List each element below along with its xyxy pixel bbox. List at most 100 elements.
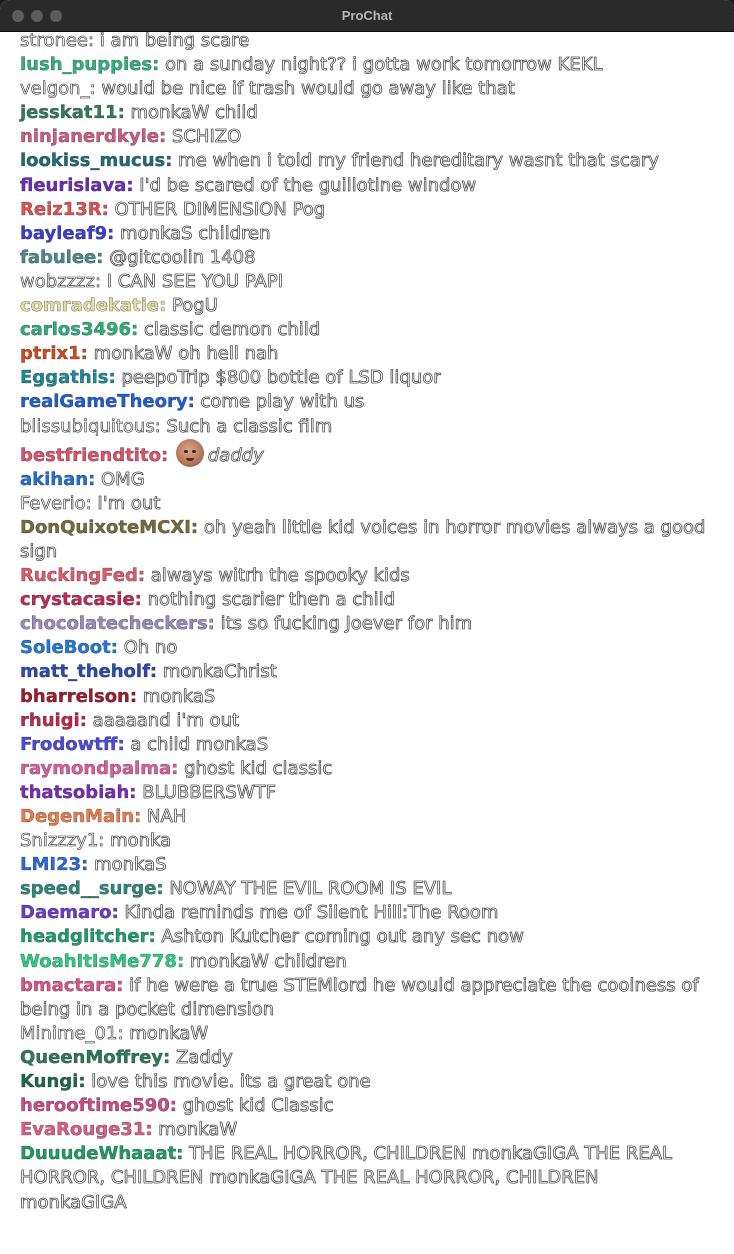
chat-message-text: i am being scare: [99, 30, 250, 52]
chat-username[interactable]: SoleBoot:: [20, 637, 118, 658]
window-title: ProChat: [341, 8, 393, 23]
chat-message-text: OMG: [101, 468, 145, 490]
chat-username[interactable]: akihan:: [20, 469, 96, 490]
chat-message-text: Ashton Kutcher coming out any sec now: [161, 926, 524, 948]
chat-username[interactable]: jesskat11:: [20, 102, 125, 123]
chat-username[interactable]: Feverio:: [20, 492, 92, 514]
chat-username[interactable]: stronee:: [20, 30, 95, 52]
chat-message: bestfriendtito: daddy: [20, 438, 710, 468]
chat-message-text: monkaW: [129, 1022, 209, 1045]
chat-message: herooftime590: ghost kid Classic: [20, 1094, 710, 1118]
prochat-window: ProChat stronee: i am being scare lush_pu…: [0, 0, 734, 1254]
chat-message-text: monkaChrist: [162, 661, 278, 683]
chat-message-text: come play with us: [200, 391, 365, 413]
chat-message-text: NOWAY THE EVIL ROOM IS EVIL: [169, 878, 452, 900]
chat-message: ninjanerdkyle: SCHIZO: [20, 125, 710, 149]
chat-message: raymondpalma: ghost kid classic: [20, 757, 710, 781]
chat-message: akihan: OMG: [20, 468, 710, 492]
chat-username[interactable]: raymondpalma:: [20, 758, 179, 779]
chat-username[interactable]: ptrix1:: [20, 343, 88, 364]
chat-username[interactable]: RuckingFed:: [20, 565, 145, 586]
chat-message-list[interactable]: stronee: i am being scare lush_puppies: o…: [20, 29, 710, 1215]
chat-message-text: monkaW: [158, 1119, 238, 1141]
chat-username[interactable]: Daemaro:: [20, 902, 119, 923]
chat-username[interactable]: LMI23:: [20, 854, 89, 875]
chat-message: LMI23: monkaS: [20, 853, 710, 877]
chat-username[interactable]: chocolatecheckers:: [20, 613, 215, 634]
chat-username[interactable]: realGameTheory:: [20, 391, 195, 412]
chat-message-text: a child monkaS: [130, 733, 269, 755]
chat-message: EvaRouge31: monkaW: [20, 1118, 710, 1142]
chat-username[interactable]: bestfriendtito:: [20, 444, 168, 465]
chat-username[interactable]: velgon_:: [20, 78, 96, 100]
chat-message: matt_theholf: monkaChrist: [20, 660, 710, 684]
chat-username[interactable]: fleurislava:: [20, 174, 134, 195]
chat-username[interactable]: comradekatie:: [20, 295, 167, 316]
chat-message: carlos3496: classic demon child: [20, 318, 710, 342]
chat-username[interactable]: carlos3496:: [20, 319, 139, 340]
chat-username[interactable]: QueenMoffrey:: [20, 1047, 171, 1068]
chat-message: fabulee: @gitcoolin 1408: [20, 246, 710, 270]
chat-username[interactable]: bayleaf9:: [20, 223, 115, 244]
chat-username[interactable]: headglitcher:: [20, 926, 156, 947]
chat-message: thatsobiah: BLUBBERSWTF: [20, 781, 710, 805]
chat-username[interactable]: rhuigi:: [20, 709, 87, 730]
chat-username[interactable]: DegenMain:: [20, 806, 142, 827]
chat-username[interactable]: ninjanerdkyle:: [20, 126, 166, 147]
chat-message-text: on a sunday night?? i gotta work tomorro…: [165, 54, 603, 76]
chat-username[interactable]: DuuudeWhaaat:: [20, 1143, 184, 1164]
chat-username[interactable]: matt_theholf:: [20, 661, 157, 682]
chat-message: Reiz13R: OTHER DIMENSION Pog: [20, 198, 710, 222]
chat-message-text: Such a classic film: [166, 415, 333, 437]
chat-username[interactable]: fabulee:: [20, 247, 104, 268]
chat-message-text: monkaW oh hell nah: [93, 343, 279, 365]
chat-username[interactable]: lush_puppies:: [20, 54, 160, 75]
chat-message-text: Oh no: [123, 637, 178, 659]
chat-username[interactable]: lookiss_mucus:: [20, 150, 173, 171]
chat-message: wobzzzz: I CAN SEE YOU PAPI: [20, 270, 710, 294]
chat-message-text: monkaS: [142, 685, 216, 707]
chat-username[interactable]: blissubiquitous:: [20, 415, 161, 437]
chat-message: bharrelson: monkaS: [20, 685, 710, 709]
chat-message: comradekatie: PogU: [20, 294, 710, 318]
chat-username[interactable]: EvaRouge31:: [20, 1119, 153, 1140]
chat-message-text: SCHIZO: [171, 126, 242, 148]
chat-message-text: would be nice if trash would go away lik…: [101, 78, 515, 100]
chat-message: SoleBoot: Oh no: [20, 636, 710, 660]
chat-message: DonQuixoteMCXI: oh yeah little kid voice…: [20, 516, 710, 564]
chat-username[interactable]: Reiz13R:: [20, 199, 109, 220]
chat-username[interactable]: DonQuixoteMCXI:: [20, 517, 198, 538]
chat-username[interactable]: WoahItIsMe778:: [20, 950, 184, 971]
chat-message-text: me when i told my friend hereditary wasn…: [178, 150, 659, 172]
chat-username[interactable]: thatsobiah:: [20, 782, 137, 803]
chat-username[interactable]: Minime_01:: [20, 1023, 124, 1045]
chat-message: Eggathis: peepoTrip $800 bottle of LSD l…: [20, 366, 710, 390]
chat-message: WoahItIsMe778: monkaW children: [20, 950, 710, 974]
chat-message-text: ghost kid Classic: [182, 1095, 334, 1117]
chat-username[interactable]: herooftime590:: [20, 1095, 177, 1116]
chat-message-text: OTHER DIMENSION Pog: [114, 198, 326, 220]
chat-username[interactable]: Eggathis:: [20, 367, 116, 388]
chat-message-text: monkaW children: [189, 950, 347, 972]
chat-message: Kungi: love this movie. its a great one: [20, 1070, 710, 1094]
chat-message: bmactara: if he were a true STEMlord he …: [20, 974, 710, 1022]
chat-username[interactable]: Kungi:: [20, 1071, 86, 1092]
chat-message-text: aaaaand i'm out: [92, 709, 240, 731]
chat-username[interactable]: speed__surge:: [20, 878, 164, 899]
chat-username[interactable]: Snizzzy1:: [20, 830, 105, 852]
chat-username[interactable]: bmactara:: [20, 975, 124, 996]
chat-message: realGameTheory: come play with us: [20, 390, 710, 414]
chat-message-text: peepoTrip $800 bottle of LSD liquor: [121, 367, 441, 389]
chat-message: jesskat11: monkaW child: [20, 101, 710, 125]
chat-username[interactable]: Frodowtff:: [20, 734, 125, 755]
chat-message-text: love this movie. its a great one: [91, 1071, 371, 1093]
chat-message-text: ghost kid classic: [184, 757, 333, 780]
chat-username[interactable]: wobzzzz:: [20, 271, 102, 293]
chat-message-text: I CAN SEE YOU PAPI: [106, 270, 284, 293]
chat-username[interactable]: crystacasie:: [20, 589, 142, 610]
chat-message: velgon_: would be nice if trash would go…: [20, 77, 710, 101]
chat-message-text: BLUBBERSWTF: [142, 781, 277, 804]
chat-message-text: @gitcoolin 1408: [109, 246, 256, 269]
chat-message: RuckingFed: always witrh the spooky kids: [20, 564, 710, 588]
chat-username[interactable]: bharrelson:: [20, 685, 137, 706]
